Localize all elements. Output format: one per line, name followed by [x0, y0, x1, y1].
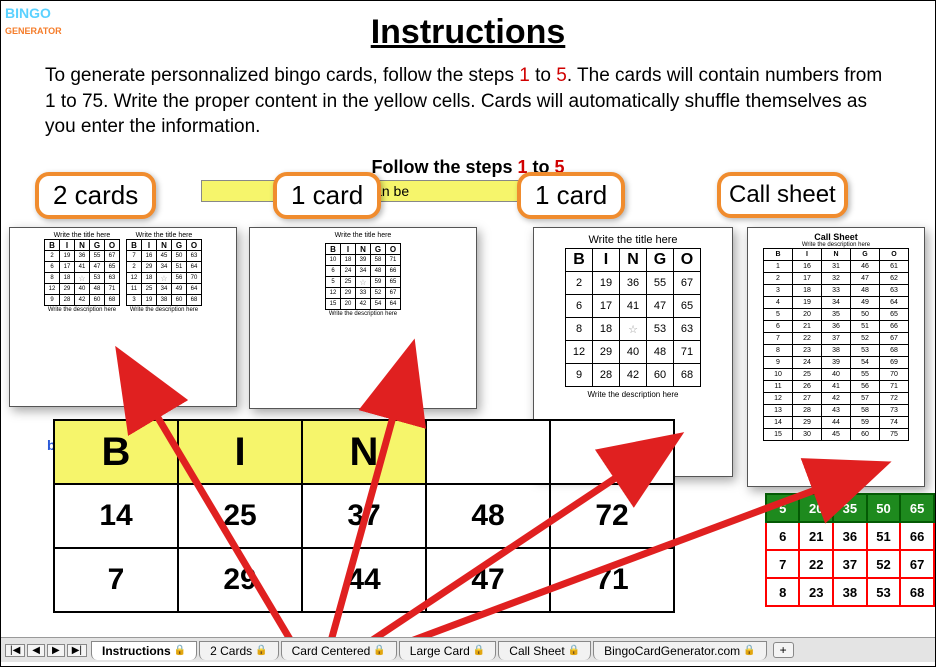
tab-next-button[interactable]: ▶ [47, 644, 65, 657]
tab-label: BingoCardGenerator.com [604, 644, 740, 658]
tab-label: 2 Cards [210, 644, 252, 658]
tab-card-centered[interactable]: Card Centered🔒 [281, 641, 397, 660]
tab-first-button[interactable]: |◀ [5, 644, 25, 657]
tab-label: Large Card [410, 644, 470, 658]
lock-icon: 🔒 [174, 645, 186, 656]
tab-large-card[interactable]: Large Card🔒 [399, 641, 497, 660]
tab-bingocardgenerator-com[interactable]: BingoCardGenerator.com🔒 [593, 641, 767, 660]
tab-last-button[interactable]: ▶| [67, 644, 87, 657]
lock-icon: 🔒 [743, 645, 755, 656]
lock-icon: 🔒 [373, 645, 385, 656]
tab-nav: |◀ ◀ ▶ ▶| [5, 644, 87, 657]
tab-label: Instructions [102, 644, 171, 658]
lock-icon: 🔒 [568, 645, 580, 656]
tab-add-button[interactable]: + [773, 642, 794, 658]
arrows-overlay [1, 1, 936, 667]
lock-icon: 🔒 [473, 645, 485, 656]
tab-call-sheet[interactable]: Call Sheet 🔒 [498, 641, 591, 660]
page: BINGO GENERATOR Instructions To generate… [0, 0, 936, 667]
tab-prev-button[interactable]: ◀ [27, 644, 45, 657]
tab-instructions[interactable]: Instructions🔒 [91, 641, 197, 660]
tab-bar: |◀ ◀ ▶ ▶| Instructions🔒2 Cards🔒Card Cent… [1, 637, 935, 662]
tabs-host: Instructions🔒2 Cards🔒Card Centered🔒Large… [91, 641, 769, 660]
tab-2-cards[interactable]: 2 Cards🔒 [199, 641, 278, 660]
tab-label: Call Sheet [509, 644, 564, 658]
tab-label: Card Centered [292, 644, 371, 658]
lock-icon: 🔒 [255, 645, 267, 656]
